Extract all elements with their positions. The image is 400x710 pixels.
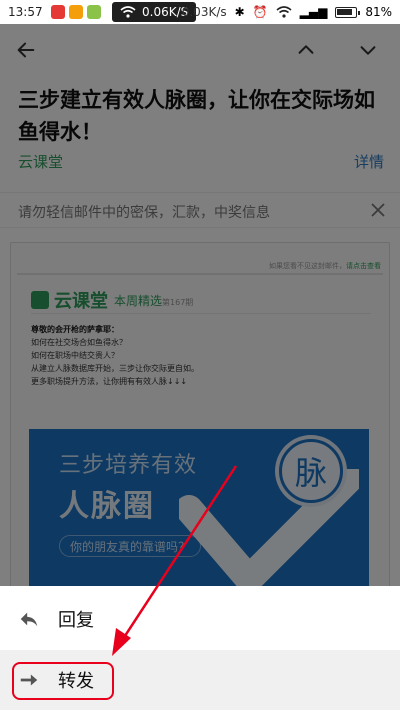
app-notification-icon — [50, 5, 65, 19]
screen: 13:57 0.06K/S 0.03K/s ✱ ⏰ ▂▄▆ 81% 回复 转发 — [0, 0, 400, 710]
alarm-icon: ⏰ — [252, 5, 268, 19]
app-notification-icon — [86, 5, 101, 19]
reply-menu-item[interactable]: 回复 — [0, 592, 400, 646]
signal-icon: ▂▄▆ — [299, 5, 328, 19]
wifi-icon — [120, 6, 136, 18]
wifi-icon — [276, 6, 292, 18]
reply-icon — [18, 608, 40, 630]
forward-highlight-box — [12, 662, 114, 700]
status-right: 0.03K/s ✱ ⏰ ▂▄▆ 81% — [182, 0, 392, 24]
reply-label: 回复 — [58, 610, 94, 631]
battery-text: 81% — [365, 5, 392, 19]
app-notification-icon — [68, 5, 83, 19]
status-time: 13:57 — [8, 5, 43, 19]
battery-icon — [335, 6, 361, 18]
network-speed-dim: 0.03K/s — [181, 5, 227, 19]
bluetooth-icon: ✱ — [234, 5, 245, 19]
dim-overlay[interactable] — [0, 24, 400, 586]
